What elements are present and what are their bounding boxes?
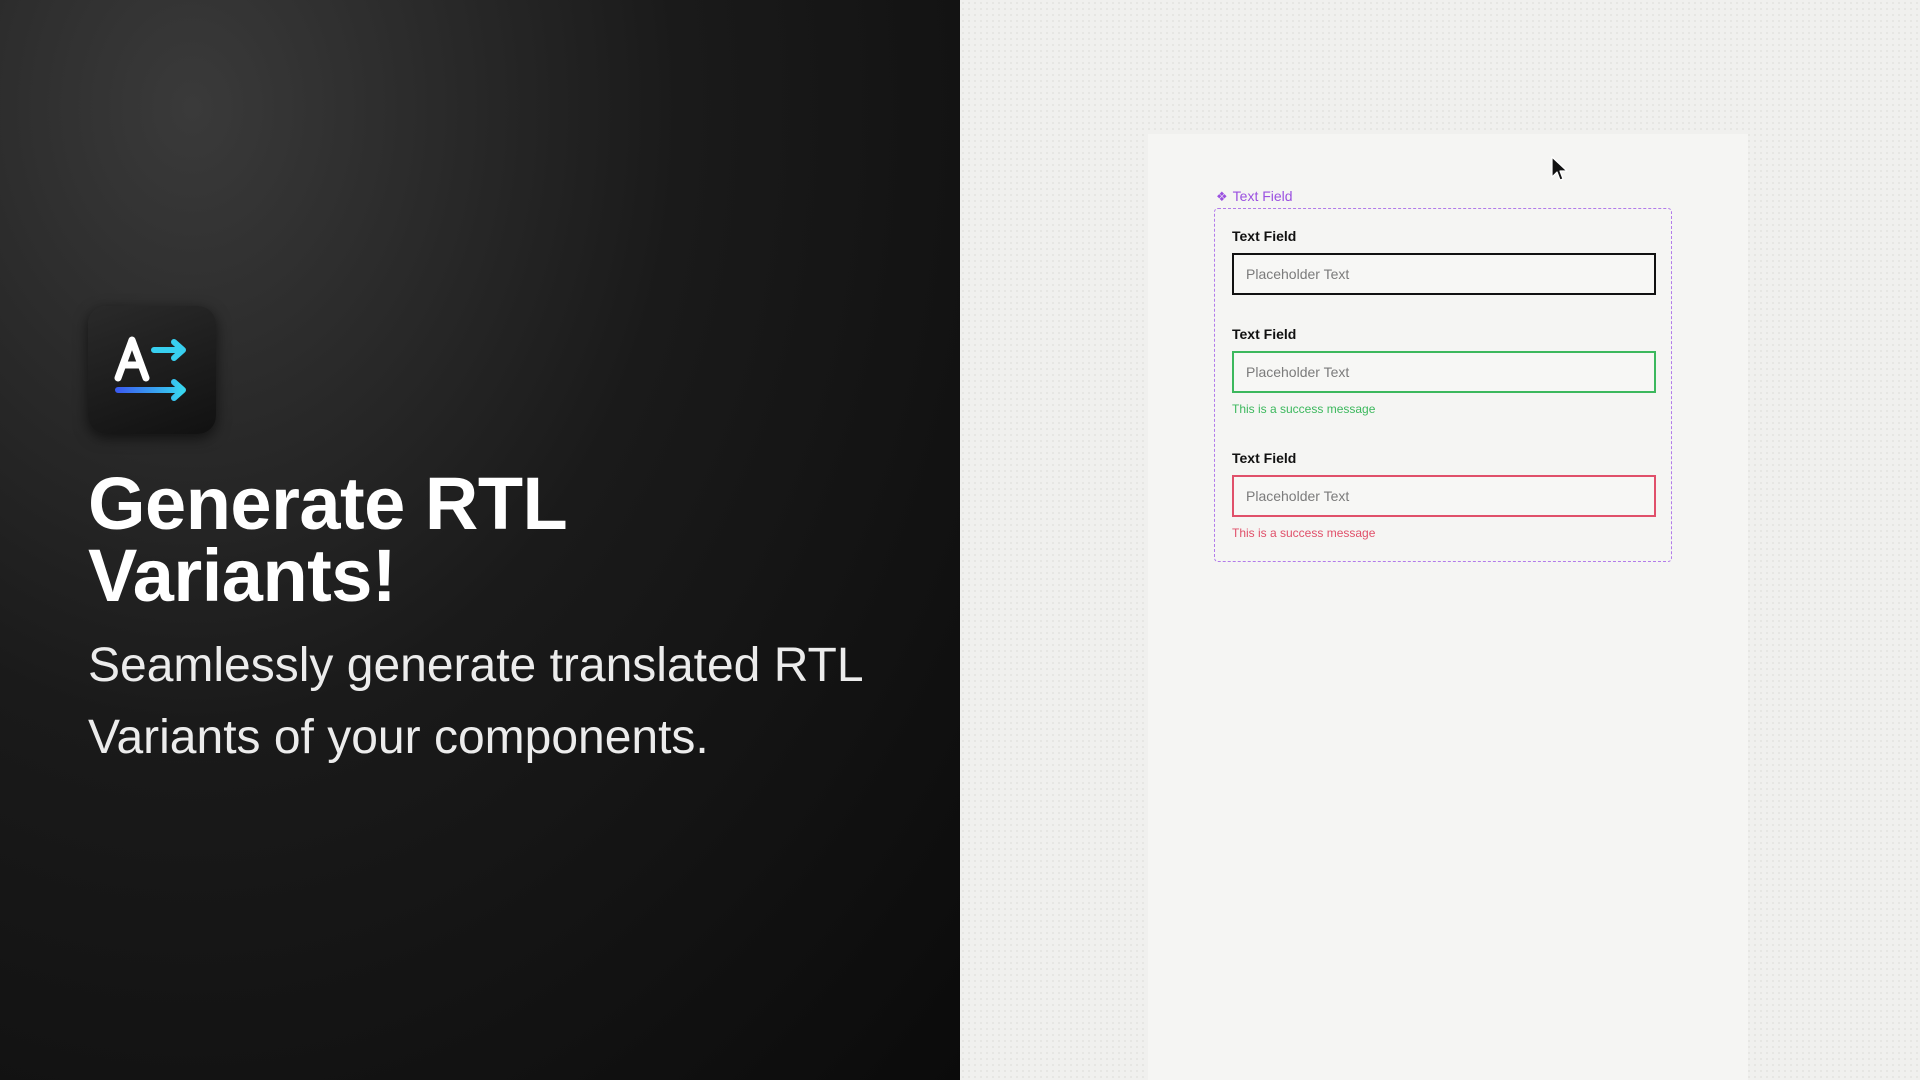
text-field-error: Text Field This is a success message (1232, 449, 1656, 540)
headline: Generate RTL Variants! (88, 462, 566, 617)
field-label: Text Field (1232, 326, 1297, 342)
field-label: Text Field (1232, 450, 1297, 466)
mouse-cursor-icon (1551, 156, 1568, 181)
component-diamond-icon: ❖ (1216, 188, 1228, 204)
page: Generate RTL Variants! Seamlessly genera… (0, 0, 1920, 1080)
translate-rtl-icon (88, 306, 216, 434)
promo-panel: Generate RTL Variants! Seamlessly genera… (0, 0, 960, 1080)
text-field-success: Text Field This is a success message (1232, 325, 1656, 416)
text-input-success[interactable] (1232, 351, 1656, 393)
text-input-default[interactable] (1232, 253, 1656, 295)
artboard[interactable]: ❖ Text Field Text Field Text Field This … (1148, 134, 1748, 1080)
design-canvas[interactable]: ❖ Text Field Text Field Text Field This … (960, 0, 1920, 1080)
component-tag[interactable]: ❖ Text Field (1216, 188, 1293, 204)
component-tag-label: Text Field (1232, 188, 1293, 204)
text-input-error[interactable] (1232, 475, 1656, 517)
text-field-component-set[interactable]: Text Field Text Field This is a success … (1214, 208, 1672, 562)
error-message: This is a success message (1232, 526, 1376, 540)
text-field-default: Text Field (1232, 227, 1656, 295)
success-message: This is a success message (1232, 402, 1376, 416)
subline: Seamlessly generate translated RTL Varia… (88, 639, 862, 764)
field-label: Text Field (1232, 228, 1297, 244)
